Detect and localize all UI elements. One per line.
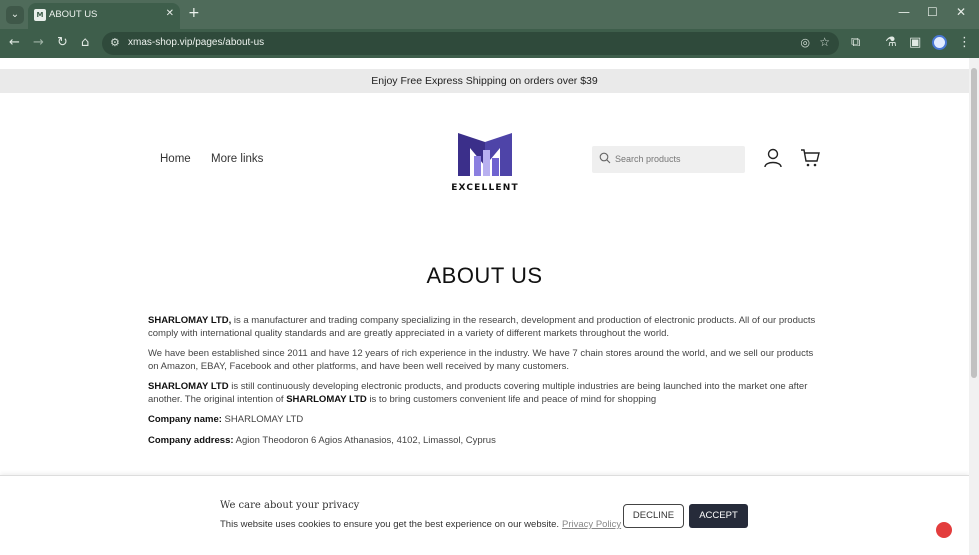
labs-icon[interactable]: ⚗: [885, 35, 897, 50]
back-icon[interactable]: ←: [9, 35, 20, 50]
search-placeholder: Search products: [615, 154, 681, 164]
page-title: ABOUT US: [426, 263, 543, 288]
extensions-icon[interactable]: ⧉: [851, 35, 860, 50]
cookie-text: This website uses cookies to ensure you …: [220, 519, 622, 530]
cookie-banner: We care about your privacy This website …: [0, 475, 969, 555]
search-input[interactable]: Search products: [592, 146, 745, 173]
privacy-policy-link[interactable]: Privacy Policy: [562, 519, 621, 530]
site-info-icon[interactable]: ⚙: [110, 36, 120, 49]
nav-more-links[interactable]: More links: [211, 153, 263, 165]
forward-icon[interactable]: →: [33, 35, 44, 50]
paragraph-intro: SHARLOMAY LTD, is a manufacturer and tra…: [148, 315, 816, 339]
cookie-title: We care about your privacy: [220, 500, 360, 511]
address-bar[interactable]: ⚙ xmas-shop.vip/pages/about-us ◎ ☆: [102, 32, 839, 55]
minimize-button[interactable]: —: [898, 5, 910, 19]
nav-home-link[interactable]: Home: [160, 153, 191, 165]
new-tab-button[interactable]: +: [188, 5, 200, 21]
browser-tabstrip: ⌄ M ABOUT US ✕ + — ☐ ✕: [0, 0, 979, 29]
about-content: SHARLOMAY LTD, is a manufacturer and tra…: [148, 315, 822, 455]
decline-button[interactable]: DECLINE: [623, 504, 684, 528]
reload-icon[interactable]: ↻: [57, 35, 68, 50]
home-icon[interactable]: ⌂: [81, 35, 89, 50]
page-scrollbar[interactable]: [969, 58, 979, 555]
company-name-bold: SHARLOMAY LTD,: [148, 315, 232, 326]
url-text[interactable]: xmas-shop.vip/pages/about-us: [128, 37, 264, 48]
accept-button[interactable]: ACCEPT: [689, 504, 748, 528]
company-name-row: Company name: SHARLOMAY LTD: [148, 414, 304, 425]
star-icon[interactable]: ☆: [819, 35, 830, 49]
scrollbar-thumb[interactable]: [971, 68, 977, 378]
eye-off-icon[interactable]: ◎: [800, 36, 810, 49]
browser-tab[interactable]: M ABOUT US ✕: [28, 3, 180, 29]
maximize-button[interactable]: ☐: [927, 5, 938, 19]
chat-widget-icon[interactable]: [936, 522, 952, 538]
tab-close-icon[interactable]: ✕: [166, 8, 174, 19]
favicon-icon: M: [34, 9, 46, 21]
announcement-bar: Enjoy Free Express Shipping on orders ov…: [0, 69, 969, 93]
tab-search-icon[interactable]: ⌄: [6, 6, 24, 24]
tab-title: ABOUT US: [49, 9, 98, 20]
sidebar-icon[interactable]: ▣: [909, 35, 921, 50]
browser-toolbar: ← → ↻ ⌂ ⚙ xmas-shop.vip/pages/about-us ◎…: [0, 29, 979, 58]
paragraph-history: We have been established since 2011 and …: [148, 348, 814, 372]
account-icon[interactable]: [763, 148, 783, 168]
company-address-row: Company address: Agion Theodoron 6 Agios…: [148, 434, 496, 446]
web-page: Enjoy Free Express Shipping on orders ov…: [0, 58, 969, 555]
logo-wordmark: EXCELLENT: [451, 183, 519, 193]
cart-icon[interactable]: [800, 149, 820, 167]
search-icon: [599, 152, 611, 164]
close-window-button[interactable]: ✕: [956, 5, 966, 19]
kebab-menu-icon[interactable]: ⋮: [958, 35, 971, 50]
profile-icon[interactable]: [932, 35, 947, 50]
paragraph-mission: SHARLOMAY LTD is still continuously deve…: [148, 381, 808, 405]
